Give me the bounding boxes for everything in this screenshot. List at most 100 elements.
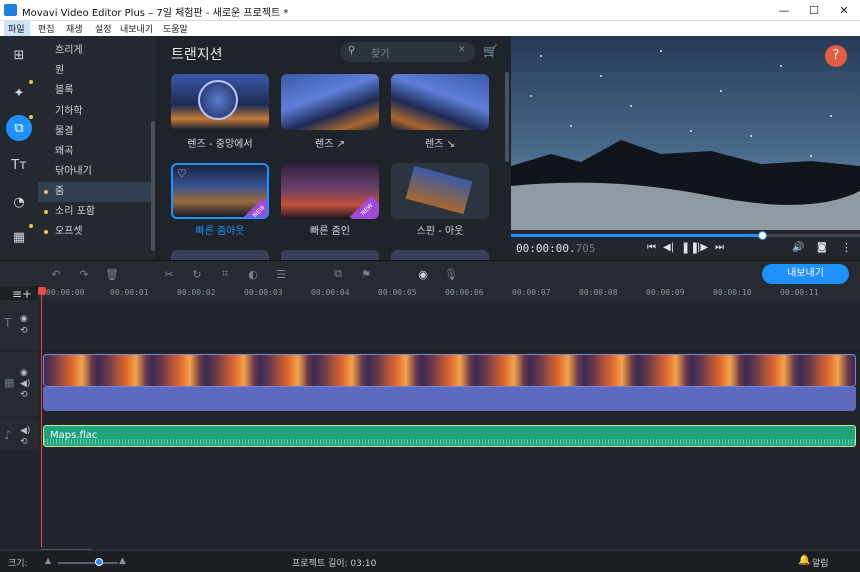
category-item[interactable]: 오프셋 [38,222,152,242]
timeline-ruler[interactable]: 00:00:00 00:00:01 00:00:02 00:00:03 00:0… [38,286,860,300]
undo-icon[interactable]: ↶ [49,267,63,281]
search-icon: ⚲ [348,45,356,56]
search-input[interactable]: ⚲ 찾기 ✕ [340,42,475,62]
timecode: 00:00:00.705 [516,242,595,255]
marker-flag-icon[interactable]: ⚑ [359,267,373,281]
prev-frame-icon[interactable]: ◀| [663,242,674,253]
menu-file[interactable]: 파일 [8,22,25,35]
category-dot [44,230,48,234]
skip-end-icon[interactable]: ⏭ [715,242,724,253]
category-item[interactable]: 원 [38,61,152,81]
zoom-slider-handle[interactable] [95,558,103,566]
title-bar: Movavi Video Editor Plus – 7일 체험판 - 새로운 … [0,0,860,21]
link-icon[interactable]: ⟲ [20,437,28,447]
add-track-icon[interactable]: ≡+ [12,287,32,301]
ruler-tick: 00:00:11 [780,288,819,297]
playhead-handle[interactable] [38,287,46,295]
color-adjust-icon[interactable]: ◐ [246,267,260,281]
transitions-icon[interactable]: ⧉ [6,115,32,141]
transition-thumb[interactable] [391,163,489,219]
video-track-icon: ▦ [4,376,15,389]
store-cart-icon[interactable]: 🛒 [483,44,498,58]
link-icon[interactable]: ⟲ [20,390,28,400]
category-item-selected[interactable]: 줌 [38,182,152,202]
seek-handle[interactable] [758,231,768,240]
category-item[interactable]: 소리 포함 [38,202,152,222]
app-logo-icon [4,4,17,16]
category-item[interactable]: 닦아내기 [38,162,152,182]
transition-thumb[interactable] [391,74,489,130]
maximize-button[interactable]: ☐ [800,0,828,21]
more-options-icon[interactable]: ⋮ [841,241,852,254]
preview-video [511,36,860,230]
transition-label: 렌즈 ↗ [315,139,345,150]
category-item[interactable]: 왜곡 [38,142,152,162]
skip-start-icon[interactable]: ⏮ [647,242,656,253]
magic-wand-icon[interactable]: ✦ [6,80,32,106]
export-button[interactable]: 내보내기 [762,264,849,284]
seek-bar[interactable] [511,234,860,237]
zoom-out-icon[interactable]: ▲ [45,556,51,565]
video-clip[interactable] [43,354,856,387]
clear-search-icon[interactable]: ✕ [458,45,466,55]
menu-edit[interactable]: 편집 [38,22,55,35]
category-item[interactable]: 기하학 [38,102,152,122]
transition-thumb[interactable] [391,250,489,260]
title-track-header: T ◉ ⟲ [0,300,38,350]
titles-icon[interactable]: Tт [6,152,32,178]
transition-thumb[interactable] [171,250,269,260]
volume-icon[interactable]: 🔊 [792,242,804,253]
link-icon[interactable]: ⟲ [20,326,28,336]
help-button[interactable]: ? [825,45,847,67]
transition-thumb[interactable] [171,74,269,130]
mute-speaker-icon[interactable]: ◀) [20,379,30,389]
mute-speaker-icon[interactable]: ◀) [20,426,30,436]
overlay-icon[interactable]: ⧉ [331,267,345,281]
crop-icon[interactable]: ⌗ [218,267,232,281]
transition-thumb[interactable]: NEW [281,163,379,219]
menu-help[interactable]: 도움말 [163,22,188,35]
clip-properties-icon[interactable]: ☰ [274,267,288,281]
snapshot-camera-icon[interactable]: ◙ [817,242,827,253]
menu-settings[interactable]: 설정 [95,22,112,35]
ruler-tick: 00:00:00 [46,288,85,297]
transition-grid: 트랜지션 ⚲ 찾기 ✕ 🛒 렌즈 - 중앙에서 렌즈 ↗ 렌즈 ↘ ♡ NEW … [157,36,511,260]
menu-playback[interactable]: 재생 [66,22,83,35]
minimize-button[interactable]: — [770,0,798,21]
notifications-label[interactable]: 알림 [812,556,829,569]
transition-thumb[interactable] [281,250,379,260]
category-scrollbar[interactable] [151,121,155,251]
microphone-icon[interactable]: 🎙 [444,267,458,281]
stickers-icon[interactable]: ◔ [6,189,32,215]
video-audio-band[interactable] [43,387,856,411]
redo-icon[interactable]: ↷ [77,267,91,281]
category-item[interactable]: 물결 [38,122,152,142]
menu-bar: 파일 편집 재생 설정 내보내기 도움말 [0,21,860,36]
timecode-main: 00:00:00. [516,242,576,255]
new-dot [29,80,33,84]
visibility-eye-icon[interactable]: ◉ [20,314,28,324]
zoom-in-icon[interactable]: ▲ [119,556,126,566]
webcam-record-icon[interactable]: ◉ [416,267,430,281]
category-item[interactable]: 블록 [38,81,152,101]
next-frame-icon[interactable]: |▶ [697,242,708,253]
playhead[interactable] [41,289,42,547]
audio-clip[interactable]: Maps.flac [43,425,856,447]
transition-thumb-selected[interactable]: ♡ NEW [171,163,269,219]
favorite-heart-icon[interactable]: ♡ [177,167,187,180]
rotate-icon[interactable]: ↻ [190,267,204,281]
menu-export[interactable]: 내보내기 [120,22,153,35]
zoom-slider[interactable] [58,562,118,564]
new-dot [29,115,33,119]
category-item[interactable]: 흐리게 [38,41,152,61]
import-icon[interactable]: ⊞ [6,42,32,68]
timeline-tracks: T ◉ ⟲ ▦ ◉ ◀) ⟲ ♪ ◀) ⟲ Maps.flac [0,300,860,552]
delete-icon[interactable]: 🗑 [105,267,119,281]
visibility-eye-icon[interactable]: ◉ [20,368,28,378]
close-button[interactable]: ✕ [830,0,858,21]
bell-icon[interactable]: 🔔 [798,555,810,566]
more-tools-icon[interactable]: ▦ [6,224,32,250]
cut-icon[interactable]: ✂ [162,267,176,281]
grid-scrollbar[interactable] [505,72,509,162]
transition-thumb[interactable] [281,74,379,130]
